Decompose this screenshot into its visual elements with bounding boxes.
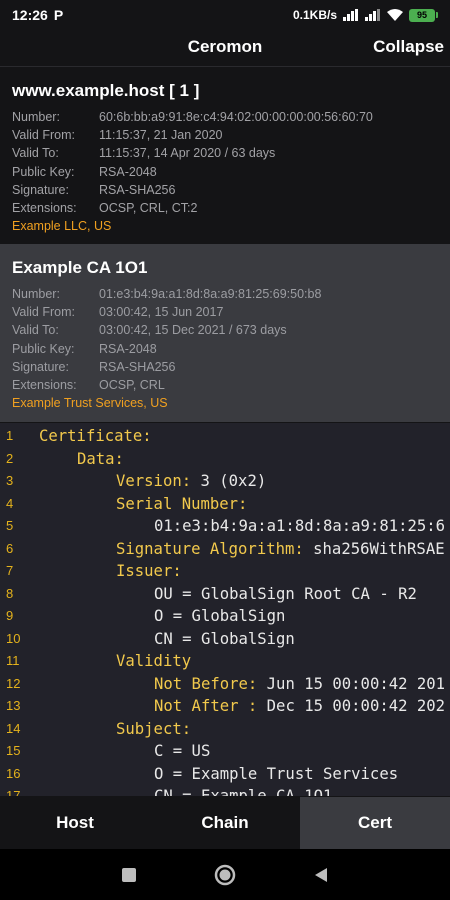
recents-square-icon[interactable] [116, 862, 142, 888]
code-line: 10 CN = GlobalSign [6, 629, 295, 648]
collapse-button[interactable]: Collapse [373, 37, 444, 57]
code-line: 15 C = US [6, 742, 211, 760]
detail-row: Public Key: RSA-2048 [12, 341, 157, 356]
detail-row: Signature: RSA-SHA256 [12, 182, 176, 197]
code-line: 14 Subject: [6, 719, 192, 738]
code-line: 11 Validity [6, 652, 192, 670]
detail-row: Valid To: 11:15:37, 14 Apr 2020 / 63 days [12, 146, 276, 161]
status-right: 0.1KB/s 95 [293, 8, 438, 22]
ca-cert-title: Example CA 1O1 [12, 258, 148, 277]
detail-row: Signature: RSA-SHA256 [12, 359, 176, 374]
tab-host[interactable]: Host [0, 797, 150, 849]
ca-cert-card[interactable]: Example CA 1O1 Number: 01:e3:b4:9a:a1:8d:… [0, 244, 450, 422]
host-cert-card[interactable]: www.example.host [ 1 ] Number: 60:6b:bb:a… [0, 66, 450, 244]
app-notification-icon: P [53, 7, 64, 23]
battery-icon: 95 [409, 8, 438, 22]
detail-row: Number: 01:e3:b4:9a:a1:8d:8a:a9:81:25:69:… [12, 287, 322, 301]
code-line: 7 Issuer: [6, 562, 182, 580]
code-line: 13 Not After : Dec 15 00:00:42 202 [6, 697, 446, 715]
code-line: 8 OU = GlobalSign Root CA - R2 [6, 584, 417, 603]
ca-cert-org: Example Trust Services, US [12, 396, 168, 411]
status-time: 12:26 [12, 7, 48, 23]
tab-cert[interactable]: Cert [300, 797, 450, 849]
code-line: 17 CN = Example CA 1O1 [6, 787, 333, 796]
code-line: 16 O = Example Trust Services [6, 764, 399, 783]
detail-row: Valid To: 03:00:42, 15 Dec 2021 / 673 day… [12, 323, 287, 338]
detail-row: Extensions: OCSP, CRL, CT:2 [12, 201, 198, 216]
signal-icon-2 [365, 9, 380, 21]
system-nav-bar [0, 849, 450, 900]
code-line: 12 Not Before: Jun 15 00:00:42 201 [6, 674, 446, 693]
code-line: 5 01:e3:b4:9a:a1:8d:8a:a9:81:25:6 [6, 517, 446, 535]
network-speed: 0.1KB/s [292, 8, 337, 22]
host-cert-title: www.example.host [ 1 ] [12, 81, 200, 100]
bottom-tab-bar: Host Chain Cert [0, 797, 450, 849]
app-bar: Ceromon Collapse [0, 30, 450, 64]
back-triangle-icon[interactable] [308, 862, 334, 888]
home-circle-icon[interactable] [212, 862, 238, 888]
detail-row: Valid From: 03:00:42, 15 Jun 2017 [12, 305, 224, 320]
code-line: 3 Version: 3 (0x2) [6, 472, 267, 490]
detail-row: Extensions: OCSP, CRL [12, 378, 165, 393]
battery-level: 95 [409, 8, 435, 22]
code-line: 4 Serial Number: [6, 494, 248, 513]
wifi-icon [387, 9, 403, 21]
code-line: 1 Certificate: [6, 427, 152, 445]
tab-chain[interactable]: Chain [150, 797, 300, 849]
signal-icon [343, 9, 358, 21]
host-cert-org: Example LLC, US [12, 219, 112, 234]
detail-row: Valid From: 11:15:37, 21 Jan 2020 [12, 128, 223, 143]
detail-row: Number: 60:6b:bb:a9:91:8e:c4:94:02:00:00:… [12, 110, 373, 124]
detail-row: Public Key: RSA-2048 [12, 164, 157, 179]
code-line: 9O = GlobalSign [6, 607, 286, 625]
code-line: 6 Signature Algorithm: sha256WithRSAE [6, 539, 445, 558]
status-bar: 12:26 P 0.1KB/s 95 [0, 0, 450, 30]
code-line: 2 Data: [6, 449, 124, 468]
cert-text-view[interactable]: 1 Certificate: 2 Data: 3 Version: 3 (0x2) 4… [0, 423, 450, 796]
